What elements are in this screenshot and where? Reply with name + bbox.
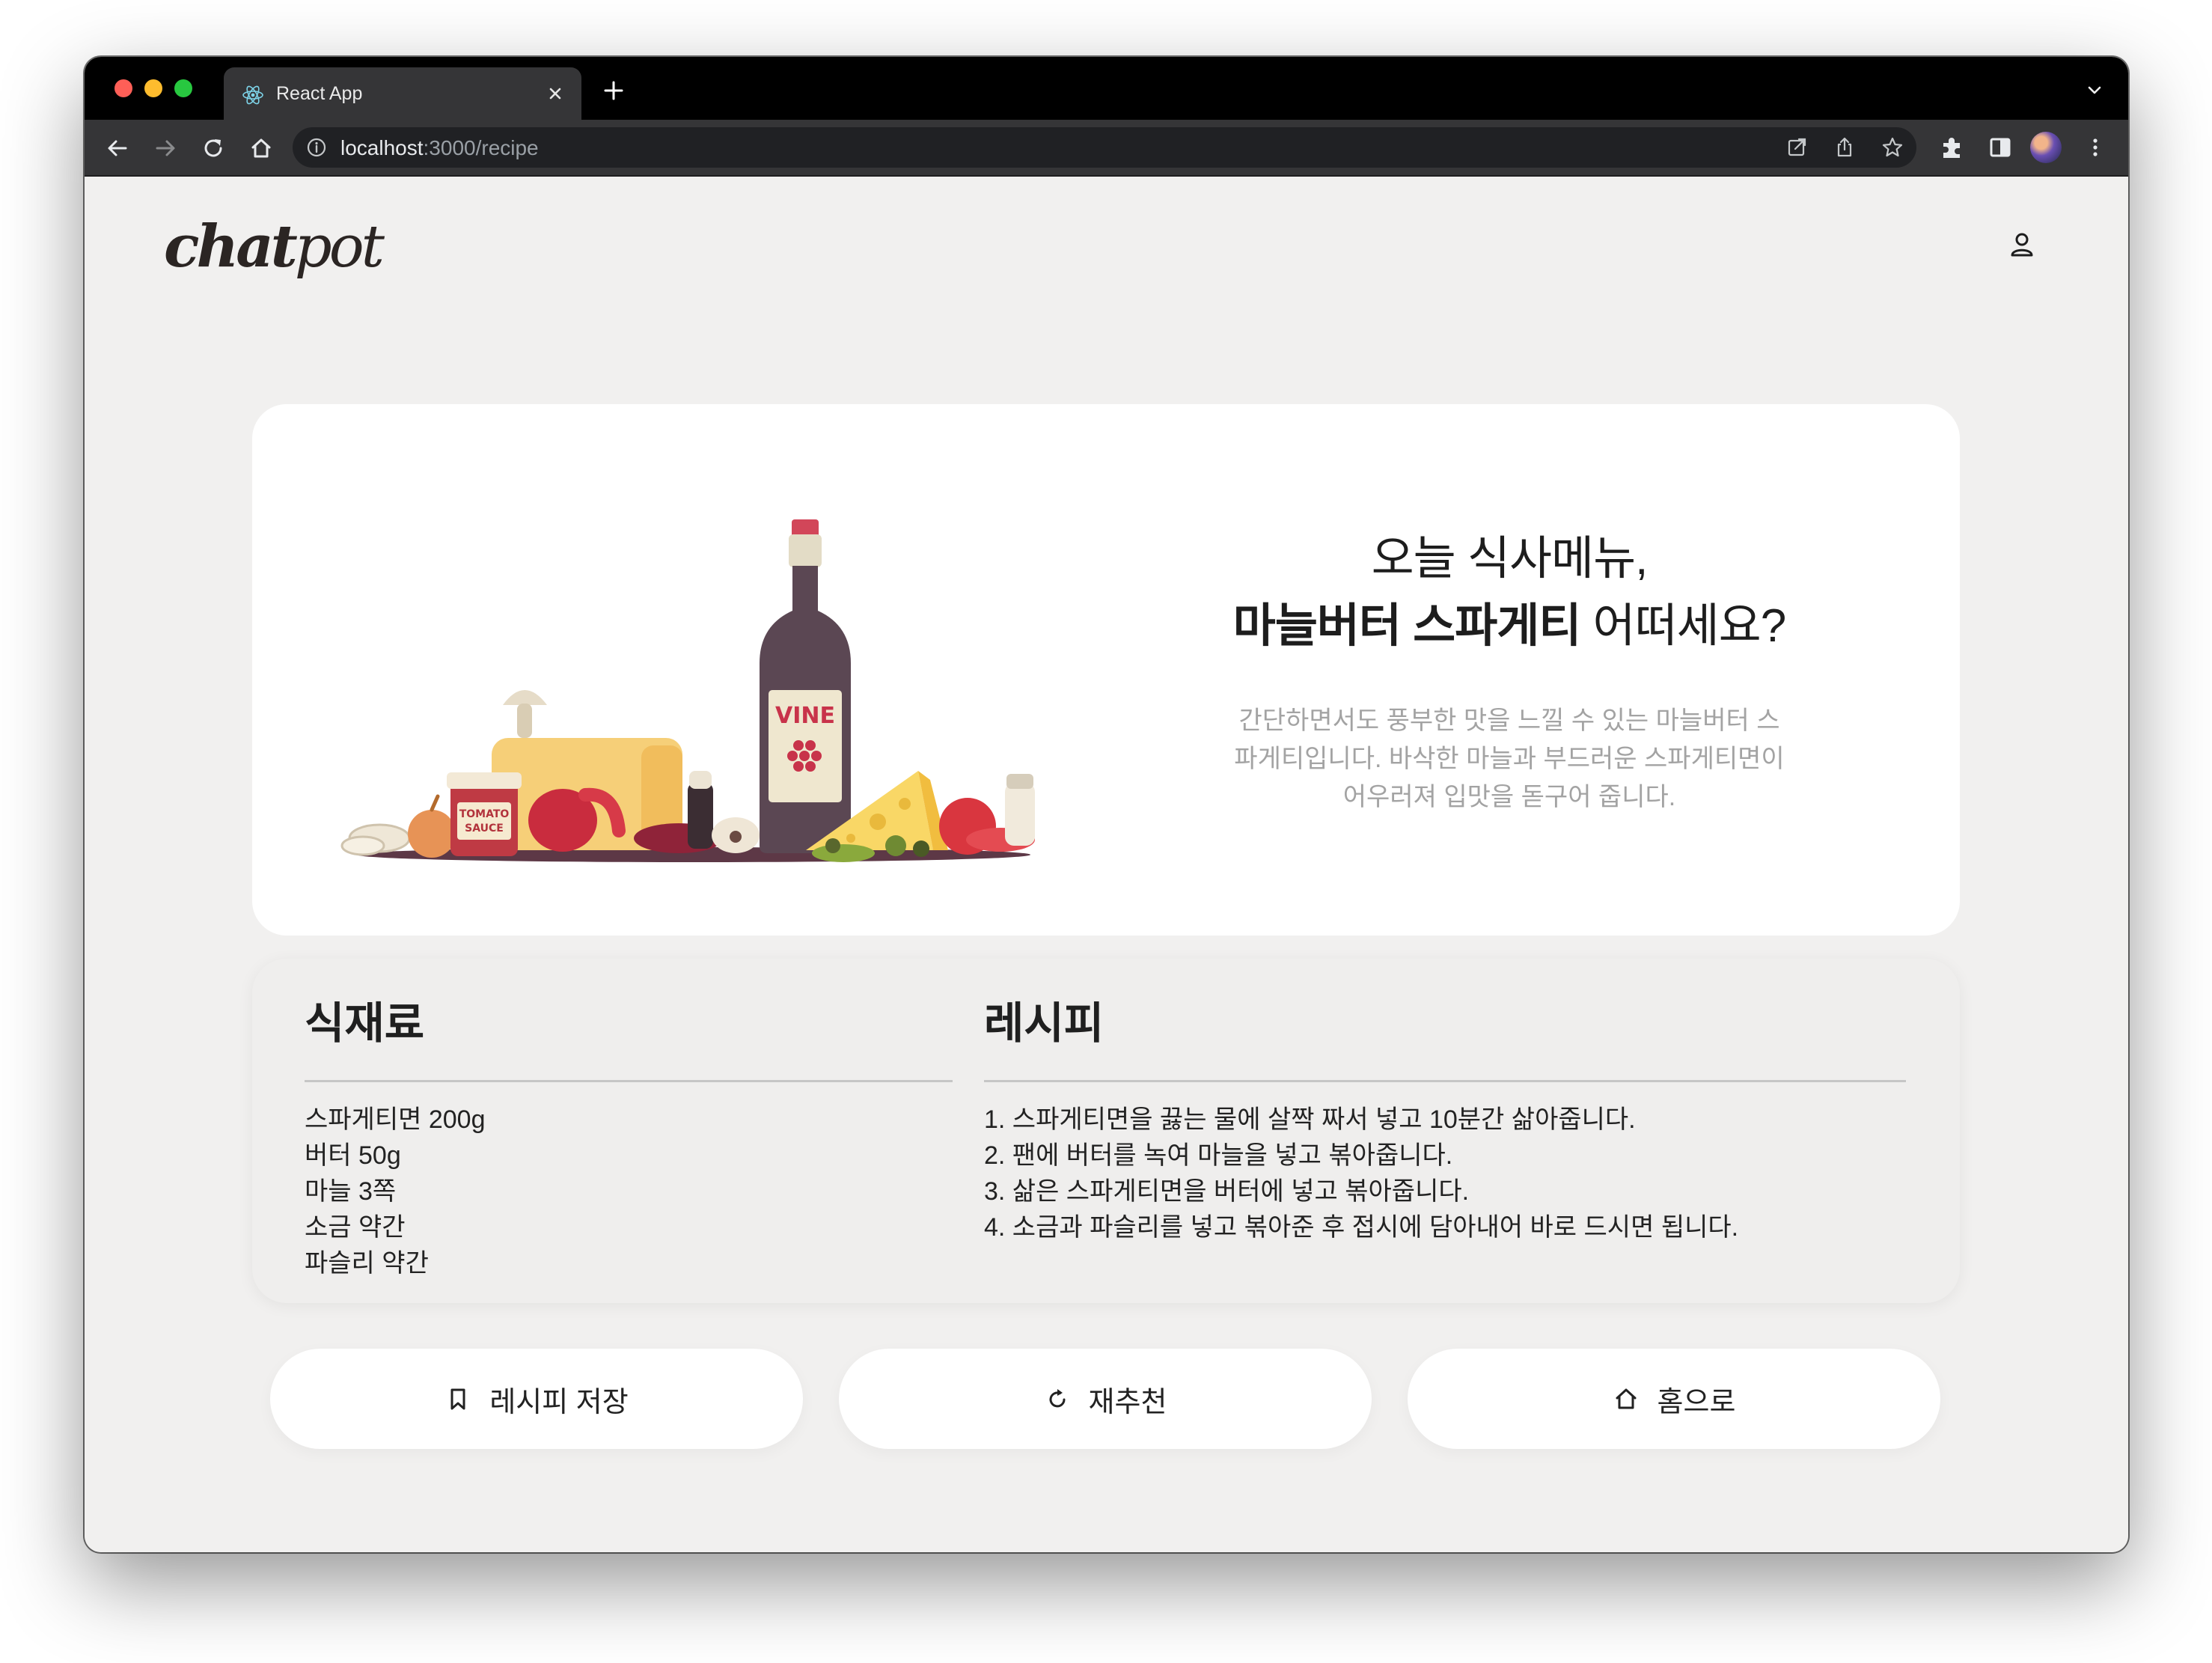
browser-window: React App localhost:3000/recipe chatpot …	[85, 57, 2128, 1552]
divider	[305, 1080, 953, 1082]
address-bar[interactable]: localhost:3000/recipe	[293, 127, 1916, 168]
divider	[984, 1080, 1906, 1082]
profile-avatar[interactable]	[2030, 132, 2062, 163]
save-recipe-label: 레시피 저장	[489, 1386, 629, 1418]
list-item: 파슬리 약간	[305, 1249, 429, 1278]
home-icon	[1616, 1388, 1637, 1409]
refresh-icon	[1049, 1389, 1066, 1408]
ingredients-section: 식재료 스파게티면 200g 버터 50g 마늘 3쪽 소금 약간 파슬리 약간	[305, 959, 953, 1281]
list-item: 마늘 3쪽	[305, 1177, 397, 1206]
ingredients-heading: 식재료	[305, 999, 425, 1048]
tab-title: React App	[276, 83, 363, 104]
reload-icon[interactable]	[198, 133, 228, 163]
user-icon[interactable]	[2006, 229, 2038, 260]
recipe-panel: 식재료 스파게티면 200g 버터 50g 마늘 3쪽 소금 약간 파슬리 약간…	[252, 959, 1960, 1303]
list-item: 스파게티면 200g	[305, 1105, 486, 1134]
back-arrow-icon[interactable]	[103, 133, 132, 163]
svg-text:TOMATO: TOMATO	[459, 808, 510, 820]
retry-label: 재추천	[1088, 1386, 1167, 1418]
home-button[interactable]: 홈으로	[1408, 1349, 1940, 1449]
list-item: 소금 약간	[305, 1213, 406, 1242]
app-logo[interactable]: chatpot	[164, 210, 385, 284]
url-text[interactable]: localhost:3000/recipe	[340, 136, 539, 160]
ingredients-list: 스파게티면 200g 버터 50g 마늘 3쪽 소금 약간 파슬리 약간	[305, 1102, 953, 1281]
react-favicon	[242, 85, 263, 105]
minimize-window-button[interactable]	[144, 79, 162, 97]
list-item: 3. 삶은 스파게티면을 버터에 넣고 볶아줍니다.	[984, 1177, 1470, 1206]
retry-button[interactable]: 재추천	[839, 1349, 1372, 1449]
hero-description: 간단하면서도 풍부한 맛을 느낄 수 있는 마늘버터 스파게티입니다. 바삭한 …	[1234, 707, 1785, 811]
bookmark-icon	[450, 1388, 465, 1410]
home-label: 홈으로	[1657, 1386, 1736, 1418]
zoom-window-button[interactable]	[174, 79, 192, 97]
svg-text:SAUCE: SAUCE	[465, 823, 504, 834]
more-icon[interactable]	[2080, 132, 2110, 162]
forward-arrow-icon[interactable]	[150, 133, 180, 163]
open-in-app-icon[interactable]	[1785, 135, 1809, 159]
extensions-icon[interactable]	[1937, 132, 1967, 162]
tab-strip: React App	[85, 57, 2128, 120]
hero-text: 오늘 식사메뉴, 마늘버터 스파게티 어떠세요? 간단하면서도 풍부한 맛을 느…	[1173, 525, 1846, 817]
list-item: 1. 스파게티면을 끓는 물에 살짝 짜서 넣고 10분간 삶아줍니다.	[984, 1105, 1636, 1134]
side-panel-icon[interactable]	[1985, 132, 2015, 162]
browser-toolbar: localhost:3000/recipe	[85, 120, 2128, 177]
recipe-section: 레시피 1. 스파게티면을 끓는 물에 살짝 짜서 넣고 10분간 삶아줍니다.…	[984, 959, 1906, 1245]
plus-icon[interactable]	[601, 78, 626, 103]
list-item: 4. 소금과 파슬리를 넣고 볶아준 후 접시에 담아내어 바로 드시면 됩니다…	[984, 1213, 1739, 1242]
list-item: 버터 50g	[305, 1141, 401, 1170]
recipe-heading: 레시피	[984, 999, 1105, 1048]
share-icon[interactable]	[1833, 135, 1857, 159]
info-icon[interactable]	[306, 137, 327, 158]
save-recipe-button[interactable]: 레시피 저장	[270, 1349, 803, 1449]
chevron-down-icon[interactable]	[2083, 79, 2106, 102]
svg-text:VINE: VINE	[775, 703, 835, 729]
star-icon[interactable]	[1880, 135, 1904, 159]
browser-tab[interactable]: React App	[224, 67, 581, 120]
recipe-steps: 1. 스파게티면을 끓는 물에 살짝 짜서 넣고 10분간 삶아줍니다. 2. …	[984, 1102, 1906, 1245]
hero-title: 오늘 식사메뉴, 마늘버터 스파게티 어떠세요?	[1232, 533, 1786, 652]
close-icon[interactable]	[541, 79, 569, 108]
food-illustration: TOMATO SAUCE VINE	[340, 519, 1035, 862]
home-icon[interactable]	[246, 133, 276, 163]
hero-card: TOMATO SAUCE VINE 오늘 식사메뉴, 마늘버터 스파게티 어떠세…	[252, 404, 1960, 936]
page-content: chatpot TOMATO SAUCE VINE 오늘 식사메뉴, 마늘버터 …	[85, 177, 2128, 1552]
close-window-button[interactable]	[114, 79, 132, 97]
list-item: 2. 팬에 버터를 녹여 마늘을 넣고 볶아줍니다.	[984, 1141, 1453, 1170]
